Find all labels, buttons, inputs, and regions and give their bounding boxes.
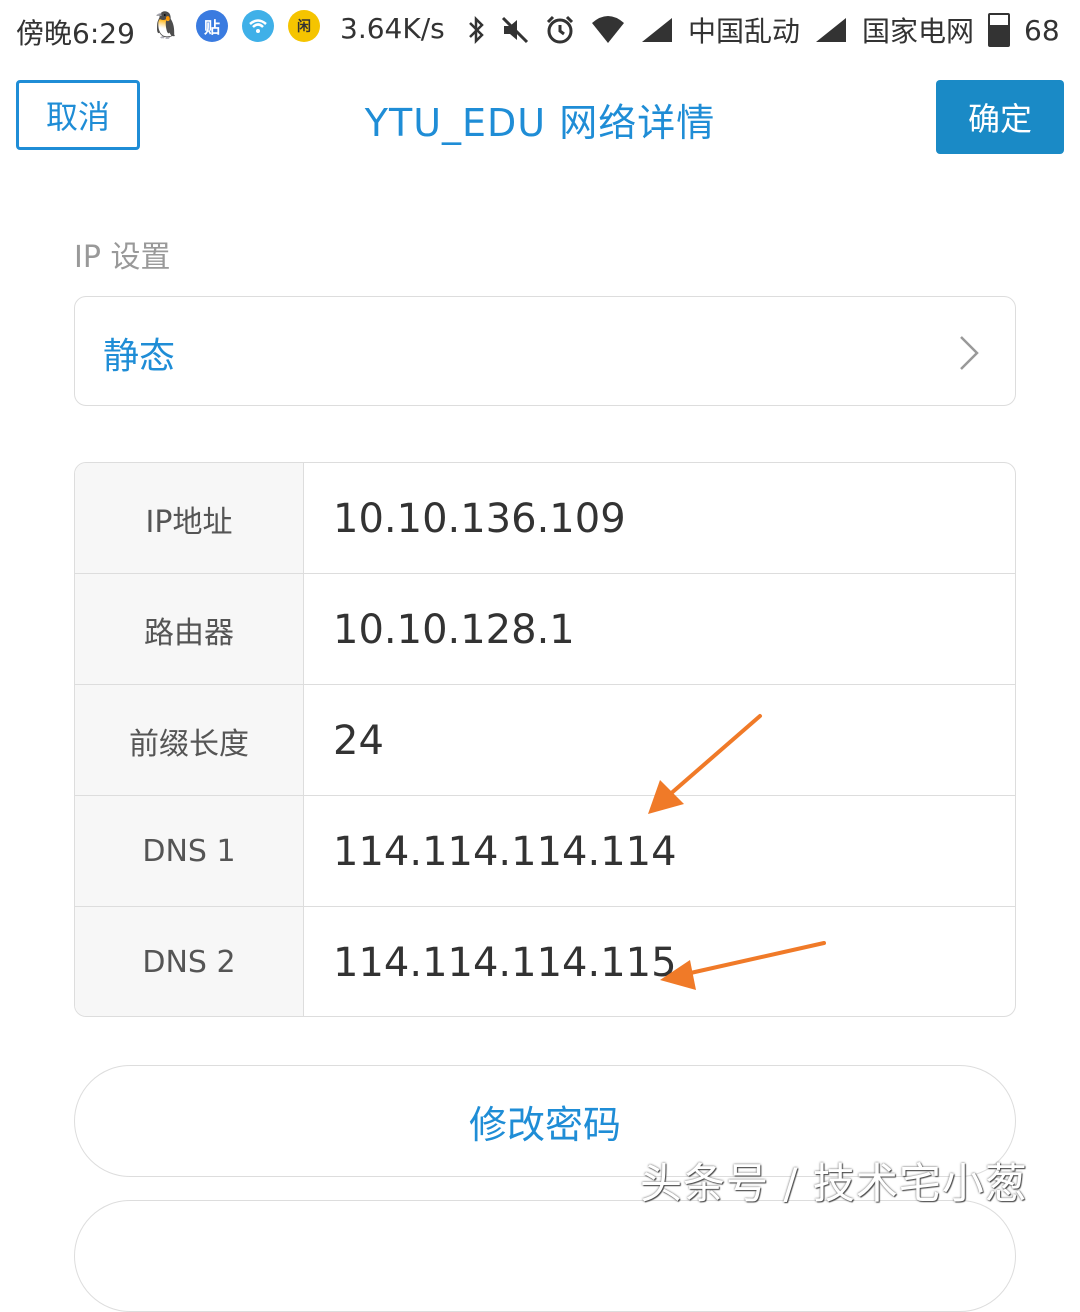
table-row-router: 路由器 10.10.128.1 <box>75 573 1015 685</box>
mute-icon <box>501 16 529 44</box>
battery-level: 68 <box>1024 13 1060 47</box>
wifi-app-icon <box>242 10 274 42</box>
dns1-field[interactable]: 114.114.114.114 <box>333 796 677 907</box>
ip-address-field[interactable]: 10.10.136.109 <box>333 463 626 574</box>
cell-signal-icon-2 <box>816 18 847 42</box>
ip-settings-label: IP 设置 <box>74 240 171 275</box>
page-title: YTU_EDU 网络详情 <box>364 101 716 145</box>
qq-icon: 🐧 <box>149 10 183 42</box>
table-row-dns1: DNS 1 114.114.114.114 <box>75 795 1015 907</box>
tieba-icon: 贴 <box>196 10 228 42</box>
prefix-length-field[interactable]: 24 <box>333 685 384 796</box>
carrier-1: 中国乱动 <box>688 15 801 48</box>
row-label: 路由器 <box>75 574 304 685</box>
ip-mode-select[interactable]: 静态 <box>74 296 1016 406</box>
ip-mode-value: 静态 <box>103 336 176 377</box>
alarm-icon <box>546 15 574 44</box>
chevron-right-icon <box>960 336 979 370</box>
xianyu-icon: 闲 <box>288 10 320 42</box>
table-row-prefix: 前缀长度 24 <box>75 684 1015 796</box>
table-row-dns2: DNS 2 114.114.114.115 <box>75 906 1015 1016</box>
carrier-2: 国家电网 <box>862 15 975 48</box>
watermark: 头条号 / 技术宅小葱 <box>640 1159 1028 1208</box>
status-right: 中国乱动 国家电网 68 <box>466 10 1060 50</box>
bluetooth-icon <box>469 15 484 45</box>
table-row-ip: IP地址 10.10.136.109 <box>75 463 1015 574</box>
wifi-signal-icon <box>592 16 624 43</box>
network-speed: 3.64K/s <box>340 12 445 45</box>
row-label: 前缀长度 <box>75 685 304 796</box>
confirm-button[interactable]: 确定 <box>936 80 1064 154</box>
cell-signal-icon <box>642 18 672 42</box>
status-time: 傍晚6:29 <box>16 17 135 50</box>
row-label: DNS 1 <box>75 796 304 907</box>
dns2-field[interactable]: 114.114.114.115 <box>333 907 677 1016</box>
battery-icon <box>988 13 1011 47</box>
router-field[interactable]: 10.10.128.1 <box>333 574 575 685</box>
notification-icons: 🐧 贴 闲 <box>150 10 320 42</box>
status-bar: 傍晚6:29 🐧 贴 闲 3.64K/s 中国乱动 国家电网 68 <box>0 0 1080 58</box>
row-label: DNS 2 <box>75 907 304 1016</box>
cancel-button[interactable]: 取消 <box>16 80 140 150</box>
row-label: IP地址 <box>75 463 304 574</box>
network-details-table: IP地址 10.10.136.109 路由器 10.10.128.1 前缀长度 … <box>74 462 1016 1017</box>
